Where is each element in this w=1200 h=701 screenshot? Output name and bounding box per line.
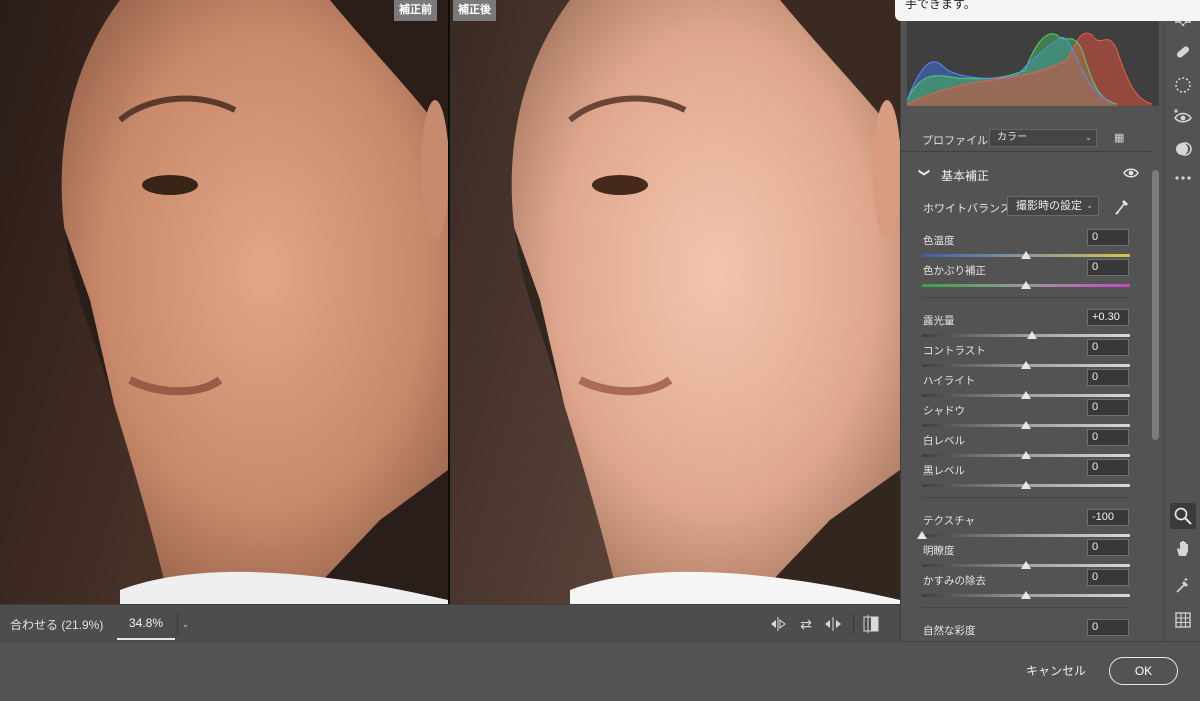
preview-toolbar: 合わせる (21.9%) 34.8% ⌄ ⇄	[0, 604, 900, 641]
swap-before-after-icon[interactable]	[768, 614, 788, 634]
profile-browser-icon[interactable]: ▦	[1114, 131, 1130, 145]
slider-label: 黒レベル	[923, 465, 965, 477]
slider-label: コントラスト	[923, 345, 986, 357]
slider-value-input[interactable]: 0	[1087, 399, 1129, 416]
slider-value-input[interactable]: 0	[1087, 539, 1129, 556]
adjustment-panel: プロファイル カラー ⌄ ▦ ❯ 基本補正 ホワイトバランス 撮影時の設定 ⌄ …	[900, 0, 1163, 641]
slider-track[interactable]	[922, 534, 1130, 537]
slider-row: かすみの除去 0	[901, 569, 1151, 603]
preview-area[interactable]: 補正前 補正後	[0, 0, 900, 604]
section-divider	[922, 297, 1130, 298]
slider-thumb[interactable]	[1021, 561, 1031, 569]
grid-icon[interactable]	[1173, 610, 1193, 630]
toolbar-separator	[853, 613, 854, 635]
toggle-split-icon[interactable]	[823, 614, 843, 634]
slider-label: テクスチャ	[923, 515, 976, 527]
profile-select[interactable]: カラー ⌄	[989, 129, 1097, 147]
slider-thumb[interactable]	[1021, 391, 1031, 399]
slider-thumb[interactable]	[917, 531, 927, 539]
slider-label: 色かぶり補正	[923, 265, 986, 277]
section-divider	[922, 607, 1130, 608]
cancel-button[interactable]: キャンセル	[1014, 657, 1098, 685]
slider-value-input[interactable]: 0	[1087, 569, 1129, 586]
slider-thumb[interactable]	[1021, 421, 1031, 429]
radial-filter-icon[interactable]	[1173, 75, 1193, 95]
chevron-down-icon[interactable]: ❯	[918, 168, 931, 177]
slider-value-input[interactable]: 0	[1087, 229, 1129, 246]
slider-value-input[interactable]: 0	[1087, 429, 1129, 446]
slider-thumb[interactable]	[1021, 451, 1031, 459]
slider-row: 色かぶり補正 0	[901, 259, 1151, 293]
section-divider	[922, 497, 1130, 498]
profile-row: プロファイル カラー ⌄ ▦	[901, 126, 1151, 152]
after-label: 補正後	[453, 0, 496, 21]
color-sampler-icon[interactable]	[1173, 576, 1193, 596]
ok-button[interactable]: OK	[1109, 657, 1178, 685]
chevron-down-icon: ⌄	[1086, 201, 1093, 210]
slider-label: 露光量	[923, 315, 955, 327]
slider-label: 白レベル	[923, 435, 965, 447]
slider-thumb[interactable]	[1027, 331, 1038, 339]
slider-value-input[interactable]: 0	[1087, 459, 1129, 476]
chevron-down-icon: ⌄	[1085, 133, 1092, 142]
slider-row: 自然な彩度 0	[901, 619, 1151, 641]
slider-label: シャドウ	[923, 405, 965, 417]
zoom-level[interactable]: 34.8%	[117, 608, 175, 640]
slider-thumb[interactable]	[1021, 251, 1031, 259]
hand-icon[interactable]	[1173, 538, 1193, 558]
eye-icon[interactable]	[1123, 166, 1139, 180]
red-eye-icon[interactable]	[1173, 107, 1193, 127]
slider-value-input[interactable]: 0	[1087, 619, 1129, 636]
copy-settings-icon[interactable]: ⇄	[796, 614, 816, 634]
slider-value-input[interactable]: +0.30	[1087, 309, 1129, 326]
slider-thumb[interactable]	[1021, 361, 1031, 369]
white-balance-select[interactable]: 撮影時の設定 ⌄	[1007, 196, 1099, 216]
after-photo[interactable]	[450, 0, 900, 604]
slider-label: ハイライト	[923, 375, 976, 387]
eyedropper-icon[interactable]	[1114, 196, 1130, 216]
zoom-dropdown-chevron-icon[interactable]: ⌄	[177, 613, 193, 635]
slider-row: 黒レベル 0	[901, 459, 1151, 493]
masking-icon[interactable]	[1173, 139, 1193, 159]
slider-thumb[interactable]	[1021, 481, 1031, 489]
slider-label: 自然な彩度	[923, 625, 976, 637]
dialog-footer: キャンセル OK	[0, 641, 1200, 701]
slider-label: 色温度	[923, 235, 955, 247]
white-balance-row: ホワイトバランス 撮影時の設定 ⌄	[901, 195, 1151, 219]
slider-track[interactable]	[922, 334, 1130, 337]
section-title: 基本補正	[941, 169, 990, 183]
before-after-view-icon[interactable]	[861, 614, 881, 634]
healing-brush-icon[interactable]	[1173, 42, 1193, 62]
tool-strip	[1163, 0, 1200, 641]
slider-thumb[interactable]	[1021, 281, 1031, 289]
panel-scrollbar[interactable]	[1152, 170, 1159, 440]
slider-value-input[interactable]: 0	[1087, 339, 1129, 356]
profile-label: プロファイル	[922, 135, 988, 147]
slider-label: かすみの除去	[923, 575, 986, 587]
before-photo[interactable]	[0, 0, 448, 604]
tooltip: 手できます。	[895, 0, 1200, 21]
zoom-icon[interactable]	[1170, 503, 1196, 529]
profile-select-value: カラー	[997, 132, 1027, 143]
zoom-fit-option[interactable]: 合わせる (21.9%)	[10, 616, 103, 633]
slider-thumb[interactable]	[1021, 591, 1031, 599]
histogram	[907, 20, 1159, 106]
more-icon[interactable]	[1173, 168, 1193, 188]
before-label: 補正前	[394, 0, 437, 21]
slider-label: 明瞭度	[923, 545, 955, 557]
slider-value-input[interactable]: 0	[1087, 259, 1129, 276]
slider-value-input[interactable]: 0	[1087, 369, 1129, 386]
basic-section-header[interactable]: ❯ 基本補正	[901, 163, 1151, 185]
white-balance-value: 撮影時の設定	[1016, 200, 1082, 212]
white-balance-label: ホワイトバランス	[923, 203, 1011, 215]
slider-value-input[interactable]: -100	[1087, 509, 1129, 526]
